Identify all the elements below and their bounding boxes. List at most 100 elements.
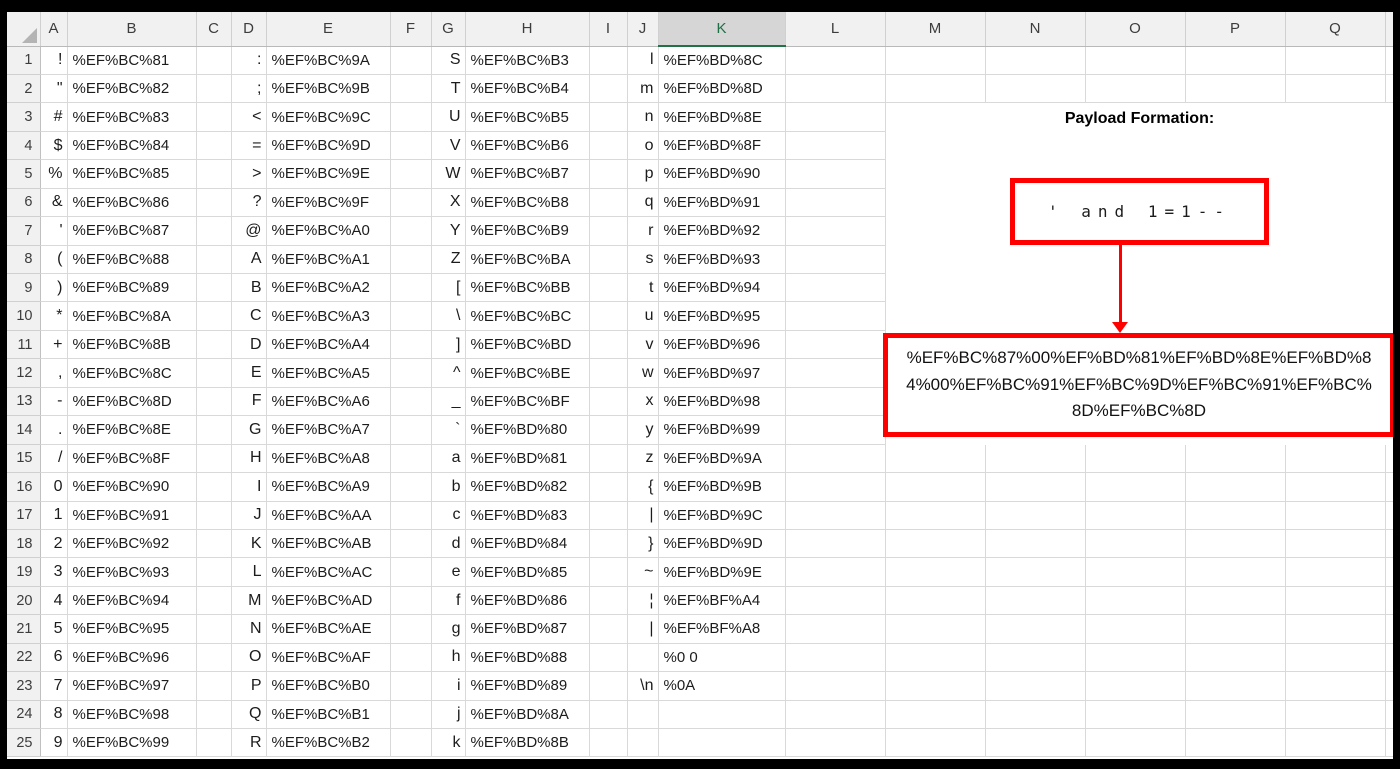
column-header[interactable]: D bbox=[231, 12, 267, 47]
cell-char-J[interactable]: s bbox=[627, 245, 659, 275]
cell-empty-C[interactable] bbox=[196, 273, 232, 303]
cell-empty-L[interactable] bbox=[785, 159, 886, 189]
cell-char-J[interactable]: | bbox=[627, 614, 659, 644]
cell-encoded-B[interactable]: %EF%BC%8F bbox=[67, 444, 197, 474]
cell-empty-I[interactable] bbox=[589, 102, 628, 132]
cell-empty-I[interactable] bbox=[589, 188, 628, 218]
cell-empty-P[interactable] bbox=[1185, 472, 1286, 502]
cell-encoded-K[interactable]: %EF%BD%9B bbox=[658, 472, 786, 502]
cell-encoded-K[interactable] bbox=[658, 700, 786, 730]
cell-char-D[interactable]: E bbox=[231, 358, 267, 388]
cell-char-D[interactable]: D bbox=[231, 330, 267, 360]
cell-empty-I[interactable] bbox=[589, 245, 628, 275]
cell-empty-L[interactable] bbox=[785, 586, 886, 616]
row-header[interactable]: 22 bbox=[7, 643, 41, 673]
cell-char-J[interactable]: p bbox=[627, 159, 659, 189]
cell-char-D[interactable]: I bbox=[231, 472, 267, 502]
cell-empty-F[interactable] bbox=[390, 102, 432, 132]
cell-empty-N[interactable] bbox=[985, 444, 1086, 474]
cell-empty-N[interactable] bbox=[985, 728, 1086, 758]
row-header[interactable]: 10 bbox=[7, 301, 41, 331]
cell-encoded-K[interactable]: %EF%BD%8D bbox=[658, 74, 786, 104]
row-header[interactable]: 23 bbox=[7, 671, 41, 701]
cell-encoded-B[interactable]: %EF%BC%8E bbox=[67, 415, 197, 445]
cell-empty-O[interactable] bbox=[1085, 671, 1186, 701]
cell-empty-I[interactable] bbox=[589, 216, 628, 246]
cell-empty-C[interactable] bbox=[196, 444, 232, 474]
cell-encoded-H[interactable]: %EF%BD%80 bbox=[465, 415, 590, 445]
cell-encoded-K[interactable]: %EF%BD%8E bbox=[658, 102, 786, 132]
cell-empty-O[interactable] bbox=[1085, 700, 1186, 730]
cell-encoded-E[interactable]: %EF%BC%9D bbox=[266, 131, 391, 161]
row-header[interactable]: 15 bbox=[7, 444, 41, 474]
cell-empty-N[interactable] bbox=[985, 46, 1086, 75]
cell-empty-C[interactable] bbox=[196, 472, 232, 502]
cell-empty-C[interactable] bbox=[196, 700, 232, 730]
row-header[interactable]: 7 bbox=[7, 216, 41, 246]
cell-char-J[interactable]: y bbox=[627, 415, 659, 445]
cell-char-A[interactable]: $ bbox=[40, 131, 68, 161]
cell-empty-N[interactable] bbox=[985, 700, 1086, 730]
cell-encoded-H[interactable]: %EF%BC%BB bbox=[465, 273, 590, 303]
cell-encoded-E[interactable]: %EF%BC%AA bbox=[266, 501, 391, 530]
column-header[interactable]: A bbox=[40, 12, 68, 47]
cell-encoded-K[interactable]: %EF%BD%94 bbox=[658, 273, 786, 303]
cell-encoded-H[interactable]: %EF%BD%82 bbox=[465, 472, 590, 502]
cell-encoded-H[interactable]: %EF%BC%B6 bbox=[465, 131, 590, 161]
cell-char-A[interactable]: 2 bbox=[40, 529, 68, 559]
cell-char-G[interactable]: f bbox=[431, 586, 466, 616]
cell-encoded-B[interactable]: %EF%BC%84 bbox=[67, 131, 197, 161]
row-header[interactable]: 11 bbox=[7, 330, 41, 360]
cell-empty-F[interactable] bbox=[390, 614, 432, 644]
row-header[interactable]: 19 bbox=[7, 557, 41, 587]
cell-encoded-E[interactable]: %EF%BC%A3 bbox=[266, 301, 391, 331]
cell-empty-L[interactable] bbox=[785, 557, 886, 587]
cell-char-D[interactable]: Q bbox=[231, 700, 267, 730]
cell-encoded-B[interactable]: %EF%BC%92 bbox=[67, 529, 197, 559]
cell-char-G[interactable]: e bbox=[431, 557, 466, 587]
cell-char-A[interactable]: - bbox=[40, 387, 68, 417]
cell-char-A[interactable]: 5 bbox=[40, 614, 68, 644]
cell-encoded-K[interactable]: %EF%BD%93 bbox=[658, 245, 786, 275]
cell-encoded-E[interactable]: %EF%BC%AF bbox=[266, 643, 391, 673]
cell-char-D[interactable]: C bbox=[231, 301, 267, 331]
cell-char-A[interactable]: % bbox=[40, 159, 68, 189]
cell-empty-I[interactable] bbox=[589, 415, 628, 445]
cell-encoded-B[interactable]: %EF%BC%91 bbox=[67, 501, 197, 530]
cell-encoded-H[interactable]: %EF%BD%83 bbox=[465, 501, 590, 530]
cell-empty-Q[interactable] bbox=[1285, 557, 1386, 587]
cell-empty-F[interactable] bbox=[390, 728, 432, 758]
row-header[interactable]: 16 bbox=[7, 472, 41, 502]
cell-char-G[interactable]: a bbox=[431, 444, 466, 474]
column-header[interactable]: N bbox=[985, 12, 1086, 47]
cell-empty-C[interactable] bbox=[196, 586, 232, 616]
cell-char-D[interactable]: N bbox=[231, 614, 267, 644]
cell-empty-P[interactable] bbox=[1185, 700, 1286, 730]
cell-char-A[interactable]: / bbox=[40, 444, 68, 474]
cell-empty-F[interactable] bbox=[390, 301, 432, 331]
cell-char-A[interactable]: 6 bbox=[40, 643, 68, 673]
cell-encoded-K[interactable] bbox=[658, 728, 786, 758]
cell-encoded-E[interactable]: %EF%BC%A7 bbox=[266, 415, 391, 445]
cell-encoded-B[interactable]: %EF%BC%8B bbox=[67, 330, 197, 360]
cell-empty-I[interactable] bbox=[589, 46, 628, 75]
cell-empty-Q[interactable] bbox=[1285, 472, 1386, 502]
payload-source-box[interactable]: ' and 1=1-- bbox=[1010, 178, 1269, 245]
cell-empty-C[interactable] bbox=[196, 529, 232, 559]
cell-encoded-B[interactable]: %EF%BC%98 bbox=[67, 700, 197, 730]
cell-encoded-B[interactable]: %EF%BC%88 bbox=[67, 245, 197, 275]
cell-empty-N[interactable] bbox=[985, 643, 1086, 673]
cell-char-G[interactable]: h bbox=[431, 643, 466, 673]
cell-char-J[interactable]: ¦ bbox=[627, 586, 659, 616]
cell-encoded-E[interactable]: %EF%BC%AC bbox=[266, 557, 391, 587]
cell-empty-C[interactable] bbox=[196, 415, 232, 445]
cell-empty-I[interactable] bbox=[589, 159, 628, 189]
cell-empty-M[interactable] bbox=[885, 671, 986, 701]
cell-empty-I[interactable] bbox=[589, 529, 628, 559]
cell-char-J[interactable]: n bbox=[627, 102, 659, 132]
cell-char-G[interactable]: ] bbox=[431, 330, 466, 360]
cell-empty-I[interactable] bbox=[589, 586, 628, 616]
row-header[interactable]: 2 bbox=[7, 74, 41, 104]
cell-empty-I[interactable] bbox=[589, 671, 628, 701]
cell-empty-F[interactable] bbox=[390, 74, 432, 104]
